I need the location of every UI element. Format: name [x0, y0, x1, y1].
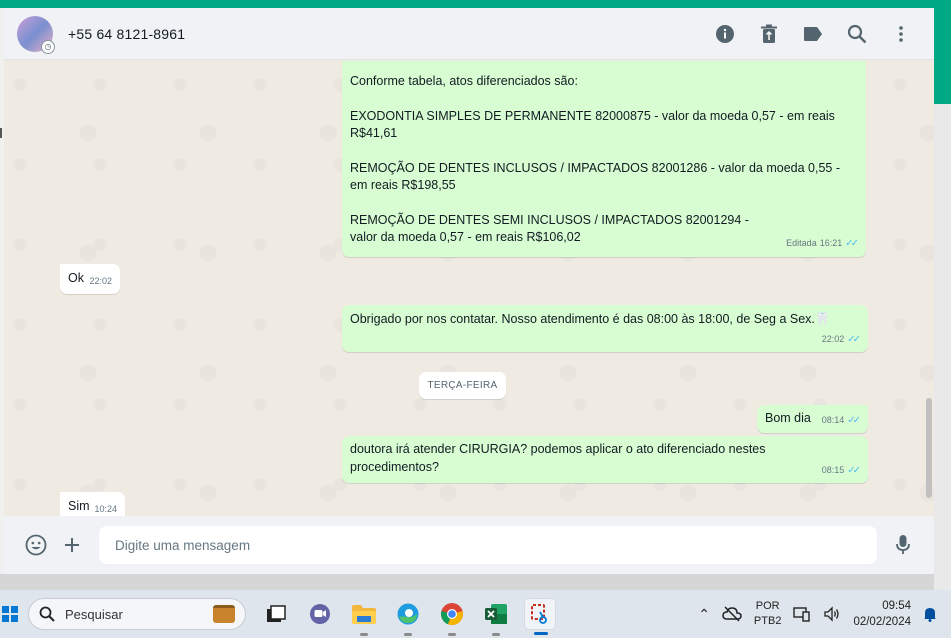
- message-time: 10:24: [94, 503, 117, 514]
- message-text: REMOÇÃO DE DENTES SEMI INCLUSOS / IMPACT…: [350, 212, 749, 245]
- message-time: 08:14: [821, 414, 845, 425]
- windows-start-icon[interactable]: [2, 606, 18, 622]
- keyboard-layout: PTB2: [753, 615, 782, 627]
- message-text: doutora irá atender CIRURGIA? podemos ap…: [350, 442, 766, 474]
- message-time: 16:21: [819, 238, 843, 248]
- message-text: Obrigado por nos contatar. Nosso atendim…: [350, 312, 815, 326]
- snipping-tool-icon[interactable]: [524, 598, 556, 635]
- message-time: 08:15: [821, 464, 845, 475]
- background-gray-edge: [934, 104, 951, 594]
- label-icon[interactable]: [800, 21, 826, 47]
- message-meta: 22:02: [89, 273, 112, 291]
- plus-icon[interactable]: [59, 532, 85, 558]
- language-code: POR: [755, 600, 780, 612]
- message-meta: 08:14 ✓✓: [821, 412, 861, 430]
- avatar[interactable]: ◷: [17, 15, 55, 54]
- briefcase-icon: [213, 605, 235, 623]
- trash-icon[interactable]: [756, 21, 782, 47]
- message-bubble[interactable]: Conforme tabela, atos diferenciados são:…: [342, 61, 866, 257]
- edited-label: Editada: [786, 238, 817, 248]
- window-top-strip: [0, 0, 951, 8]
- message-bubble[interactable]: Bom dia 08:14 ✓✓: [757, 405, 868, 433]
- message-bubble[interactable]: doutora irá atender CIRURGIA? podemos ap…: [342, 436, 868, 483]
- menu-icon[interactable]: [888, 21, 914, 47]
- emoji-icon[interactable]: [23, 532, 49, 558]
- message-bubble[interactable]: Sim 10:24: [60, 492, 125, 516]
- taskbar-search[interactable]: Pesquisar: [28, 598, 246, 630]
- contact-name[interactable]: +55 64 8121-8961: [68, 26, 185, 42]
- microphone-icon[interactable]: [890, 532, 916, 558]
- clock-badge-icon: ◷: [41, 39, 55, 54]
- edge-browser-icon[interactable]: [392, 598, 424, 636]
- date-divider: TERÇA-FEIRA: [419, 372, 506, 399]
- windows-taskbar: Pesquisar ⌃ POR PTB2 09:54 02/02/2024: [0, 590, 951, 638]
- clock-date: 02/02/2024: [853, 616, 911, 628]
- taskbar-search-label: Pesquisar: [65, 606, 123, 622]
- background-green-edge: [934, 8, 951, 104]
- chrome-browser-icon[interactable]: [436, 598, 468, 636]
- notification-bell-icon[interactable]: [923, 606, 937, 622]
- double-check-icon: ✓✓: [847, 464, 861, 476]
- scrollbar[interactable]: [926, 398, 932, 498]
- search-icon: [39, 606, 55, 622]
- search-icon[interactable]: [844, 21, 870, 47]
- message-bubble[interactable]: Ok 22:02: [60, 264, 120, 294]
- clock-time: 09:54: [882, 600, 911, 612]
- network-icon[interactable]: [793, 606, 811, 622]
- message-meta: 10:24: [94, 501, 117, 517]
- double-check-icon: ✓✓: [847, 414, 861, 426]
- system-clock[interactable]: 09:54 02/02/2024: [853, 598, 911, 630]
- double-check-icon: ✓✓: [847, 333, 861, 345]
- message-input[interactable]: [99, 526, 877, 564]
- file-explorer-icon[interactable]: [348, 598, 380, 636]
- message-text: Sim: [68, 499, 90, 513]
- task-view-icon[interactable]: [260, 598, 292, 630]
- message-meta: Editada 16:21 ✓✓: [786, 235, 859, 253]
- message-meta: 08:15 ✓✓: [821, 462, 861, 480]
- chat-header: ◷ +55 64 8121-8961: [4, 8, 934, 60]
- whatsapp-window: ◷ +55 64 8121-8961 Conforme tabela, atos…: [4, 8, 934, 574]
- chevron-up-icon[interactable]: ⌃: [698, 606, 710, 623]
- composer: [4, 516, 934, 574]
- tooth-icon: 🦷: [814, 312, 831, 326]
- info-icon[interactable]: [712, 21, 738, 47]
- cloud-offline-icon[interactable]: [722, 606, 742, 622]
- input-language[interactable]: POR PTB2: [754, 599, 782, 629]
- message-list[interactable]: Conforme tabela, atos diferenciados são:…: [4, 61, 934, 516]
- message-text: Conforme tabela, atos diferenciados são:: [350, 74, 578, 88]
- message-text: EXODONTIA SIMPLES DE PERMANENTE 82000875…: [350, 108, 835, 141]
- speaker-icon[interactable]: [823, 606, 841, 622]
- message-time: 22:02: [821, 333, 845, 344]
- message-time: 22:02: [89, 275, 112, 286]
- message-bubble[interactable]: Obrigado por nos contatar. Nosso atendim…: [342, 305, 868, 352]
- excel-icon[interactable]: [480, 598, 512, 636]
- message-text: REMOÇÃO DE DENTES INCLUSOS / IMPACTADOS …: [350, 160, 840, 193]
- teams-chat-icon[interactable]: [304, 598, 336, 630]
- message-text: Ok: [68, 271, 84, 285]
- message-text: Bom dia: [765, 411, 811, 425]
- double-check-icon: ✓✓: [845, 238, 859, 249]
- message-meta: 22:02 ✓✓: [821, 331, 861, 349]
